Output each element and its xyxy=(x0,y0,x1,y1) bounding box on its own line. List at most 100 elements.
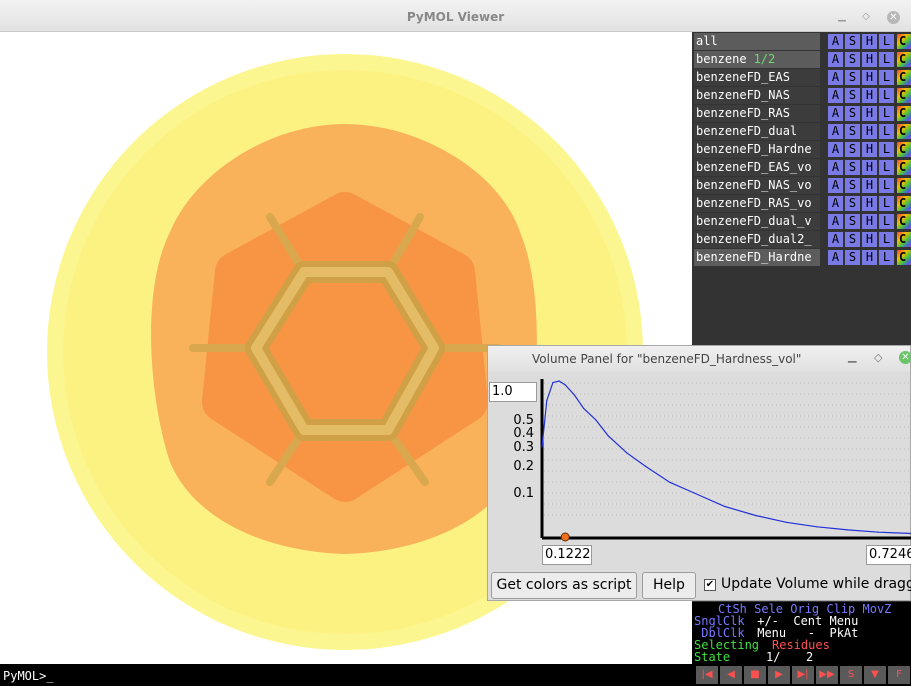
show-button[interactable]: S xyxy=(845,160,860,175)
minimize-icon[interactable]: ▁ xyxy=(848,350,856,363)
action-button[interactable]: A xyxy=(828,178,843,193)
minimize-icon[interactable]: ▁ xyxy=(836,11,848,23)
command-line[interactable]: PyMOL>_ xyxy=(0,664,692,686)
object-row[interactable]: benzene 1/2 A S H L C xyxy=(692,51,911,68)
hide-button[interactable]: H xyxy=(862,178,877,193)
show-button[interactable]: S xyxy=(845,34,860,49)
control-point[interactable] xyxy=(560,532,570,542)
object-name[interactable]: benzeneFD_Hardne xyxy=(694,249,820,266)
hide-button[interactable]: H xyxy=(862,52,877,67)
object-row[interactable]: benzeneFD_dual2_ A S H L C xyxy=(692,231,911,248)
stop-icon[interactable]: ■ xyxy=(744,666,766,684)
show-button[interactable]: S xyxy=(845,214,860,229)
action-button[interactable]: A xyxy=(828,88,843,103)
object-row[interactable]: benzeneFD_EAS A S H L C xyxy=(692,69,911,86)
selecting-mode[interactable]: Residues xyxy=(772,639,830,651)
x-max-field[interactable]: 0.7246 xyxy=(866,545,911,565)
hide-button[interactable]: H xyxy=(862,196,877,211)
rewind-icon[interactable]: |◀ xyxy=(696,666,718,684)
color-button[interactable]: C xyxy=(897,34,911,49)
label-button[interactable]: L xyxy=(879,88,894,103)
color-button[interactable]: C xyxy=(897,250,911,265)
show-button[interactable]: S xyxy=(845,88,860,103)
step-forward-icon[interactable]: ▶| xyxy=(792,666,814,684)
label-button[interactable]: L xyxy=(879,34,894,49)
object-name[interactable]: benzeneFD_Hardne xyxy=(694,141,820,158)
object-name[interactable]: benzeneFD_RAS_vo xyxy=(694,195,820,212)
object-row[interactable]: benzeneFD_RAS_vo A S H L C xyxy=(692,195,911,212)
show-button[interactable]: S xyxy=(845,178,860,193)
object-row[interactable]: benzeneFD_dual A S H L C xyxy=(692,123,911,140)
color-button[interactable]: C xyxy=(897,88,911,103)
volume-panel-titlebar[interactable]: Volume Panel for "benzeneFD_Hardness_vol… xyxy=(488,346,911,372)
volume-histogram-chart[interactable]: 0.5 0.4 0.3 0.2 0.1 xyxy=(488,373,911,543)
object-row[interactable]: benzeneFD_NAS A S H L C xyxy=(692,87,911,104)
volume-panel-dialog[interactable]: Volume Panel for "benzeneFD_Hardness_vol… xyxy=(487,345,911,601)
show-button[interactable]: S xyxy=(845,124,860,139)
hide-button[interactable]: H xyxy=(862,214,877,229)
object-name[interactable]: benzeneFD_dual2_ xyxy=(694,231,820,248)
object-name[interactable]: all xyxy=(694,33,820,50)
action-button[interactable]: A xyxy=(828,142,843,157)
label-button[interactable]: L xyxy=(879,214,894,229)
step-back-icon[interactable]: ◀ xyxy=(720,666,742,684)
hide-button[interactable]: H xyxy=(862,142,877,157)
show-button[interactable]: S xyxy=(845,52,860,67)
action-button[interactable]: A xyxy=(828,160,843,175)
help-button[interactable]: Help xyxy=(642,572,696,599)
label-button[interactable]: L xyxy=(879,142,894,157)
color-button[interactable]: C xyxy=(897,52,911,67)
fullscreen-icon[interactable]: F xyxy=(888,666,910,684)
hide-button[interactable]: H xyxy=(862,124,877,139)
color-button[interactable]: C xyxy=(897,70,911,85)
action-button[interactable]: A xyxy=(828,70,843,85)
label-button[interactable]: L xyxy=(879,178,894,193)
label-button[interactable]: L xyxy=(879,160,894,175)
get-colors-button[interactable]: Get colors as script xyxy=(491,572,637,599)
label-button[interactable]: L xyxy=(879,196,894,211)
color-button[interactable]: C xyxy=(897,232,911,247)
action-button[interactable]: A xyxy=(828,196,843,211)
object-name[interactable]: benzeneFD_NAS_vo xyxy=(694,177,820,194)
object-row[interactable]: benzeneFD_NAS_vo A S H L C xyxy=(692,177,911,194)
color-button[interactable]: C xyxy=(897,142,911,157)
label-button[interactable]: L xyxy=(879,250,894,265)
action-button[interactable]: A xyxy=(828,34,843,49)
action-button[interactable]: A xyxy=(828,214,843,229)
show-button[interactable]: S xyxy=(845,250,860,265)
label-button[interactable]: L xyxy=(879,70,894,85)
hide-button[interactable]: H xyxy=(862,232,877,247)
scene-menu-icon[interactable]: ▼ xyxy=(864,666,886,684)
object-name[interactable]: benzeneFD_dual_v xyxy=(694,213,820,230)
show-button[interactable]: S xyxy=(845,196,860,211)
action-button[interactable]: A xyxy=(828,52,843,67)
action-button[interactable]: A xyxy=(828,250,843,265)
hide-button[interactable]: H xyxy=(862,250,877,265)
show-button[interactable]: S xyxy=(845,232,860,247)
object-name[interactable]: benzeneFD_EAS xyxy=(694,69,820,86)
maximize-icon[interactable]: ◇ xyxy=(860,11,872,23)
color-button[interactable]: C xyxy=(897,214,911,229)
object-name[interactable]: benzeneFD_NAS xyxy=(694,87,820,104)
object-name[interactable]: benzeneFD_RAS xyxy=(694,105,820,122)
hide-button[interactable]: H xyxy=(862,70,877,85)
action-button[interactable]: A xyxy=(828,106,843,121)
show-button[interactable]: S xyxy=(845,106,860,121)
color-button[interactable]: C xyxy=(897,178,911,193)
object-row[interactable]: benzeneFD_RAS A S H L C xyxy=(692,105,911,122)
close-icon[interactable]: ✕ xyxy=(887,11,900,24)
sculpt-icon[interactable]: S xyxy=(840,666,862,684)
object-name[interactable]: benzeneFD_dual xyxy=(694,123,820,140)
object-row[interactable]: benzeneFD_Hardne A S H L C xyxy=(692,141,911,158)
color-button[interactable]: C xyxy=(897,124,911,139)
play-icon[interactable]: ▶ xyxy=(768,666,790,684)
hide-button[interactable]: H xyxy=(862,160,877,175)
color-button[interactable]: C xyxy=(897,160,911,175)
update-volume-checkbox[interactable]: ✔ Update Volume while dragging xyxy=(704,575,911,595)
label-button[interactable]: L xyxy=(879,106,894,121)
color-button[interactable]: C xyxy=(897,196,911,211)
object-row[interactable]: all A S H L C xyxy=(692,33,911,50)
object-row[interactable]: benzeneFD_dual_v A S H L C xyxy=(692,213,911,230)
show-button[interactable]: S xyxy=(845,142,860,157)
action-button[interactable]: A xyxy=(828,124,843,139)
